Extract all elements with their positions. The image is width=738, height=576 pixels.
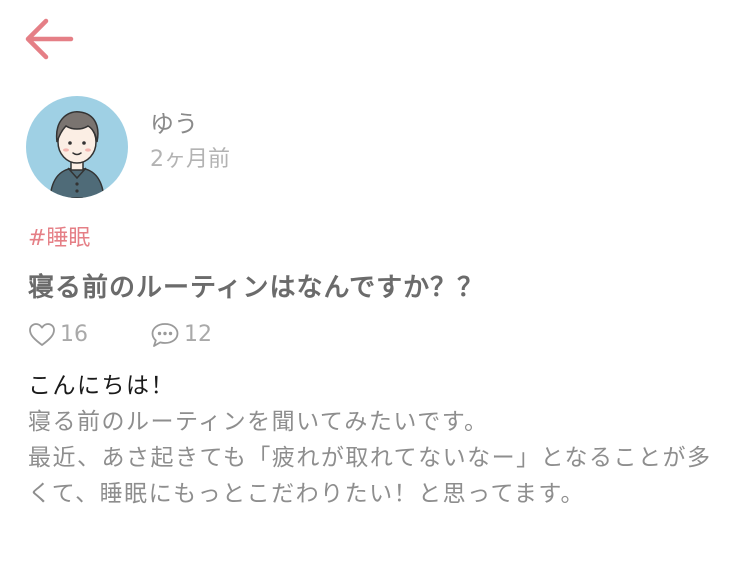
arrow-left-icon [25, 18, 74, 60]
post-time: 2ヶ月前 [150, 147, 230, 172]
post-stats: 16 12 [28, 320, 212, 350]
avatar[interactable] [26, 96, 128, 198]
comment-bubble-icon [151, 323, 179, 347]
author-block: ゆう 2ヶ月前 [26, 96, 230, 198]
topic-tag[interactable]: #睡眠 [28, 224, 90, 254]
like-count: 16 [60, 322, 88, 347]
comment-button[interactable]: 12 [150, 320, 212, 350]
user-avatar-illustration [49, 110, 105, 198]
post-body: こんにちは！ 寝る前のルーティンを聞いてみたいです。 最近、あさ起きても「疲れが… [28, 368, 718, 512]
author-name[interactable]: ゆう [150, 108, 230, 140]
post-title: 寝る前のルーティンはなんですか？？ [28, 273, 485, 303]
back-button[interactable] [22, 14, 80, 64]
post-paragraph: 最近、あさ起きても「疲れが取れてないなー」となることが多くて、睡眠にもっとこだわ… [28, 445, 712, 507]
post-paragraph: 寝る前のルーティンを聞いてみたいです。 [28, 409, 489, 435]
heart-icon [29, 323, 55, 346]
comment-count: 12 [184, 322, 212, 347]
like-button[interactable]: 16 [28, 320, 88, 350]
post-greeting: こんにちは！ [28, 373, 175, 399]
